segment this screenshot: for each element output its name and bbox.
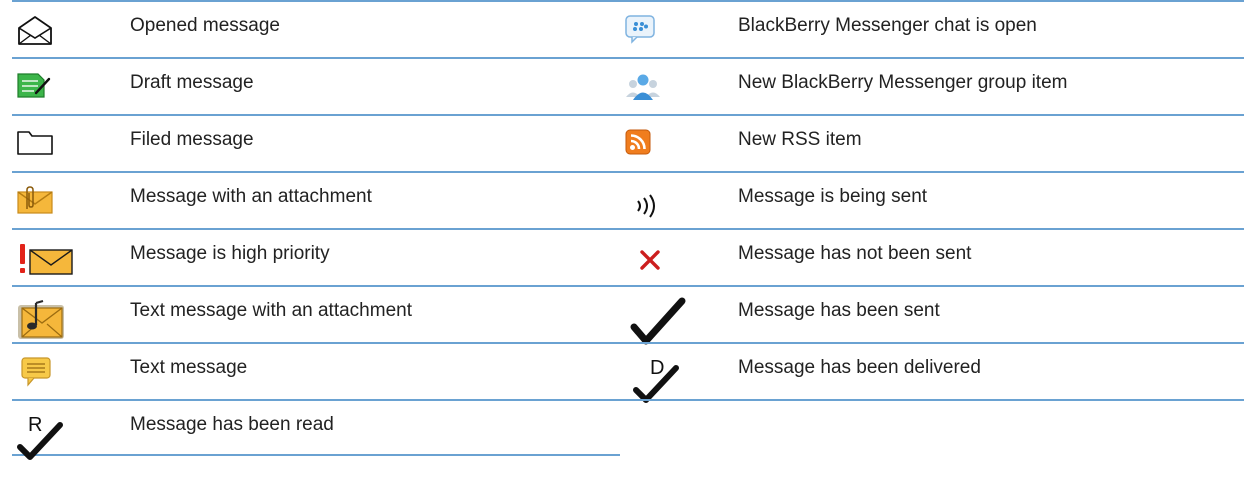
empty-cell <box>620 399 738 456</box>
bbm-chat-open-icon-cell <box>620 0 738 57</box>
high-priority-message-icon <box>20 244 73 275</box>
sending-icon <box>637 194 655 218</box>
bbm-group-item-icon <box>626 74 660 100</box>
label-bbm-chat-open: BlackBerry Messenger chat is open <box>738 0 1244 57</box>
read-glyph: R <box>28 414 42 436</box>
rss-icon-cell <box>620 114 738 171</box>
empty-cell <box>738 399 1244 456</box>
sent-check-icon <box>630 297 686 345</box>
filed-message-icon <box>17 131 53 155</box>
label-draft-message: Draft message <box>130 57 620 114</box>
label-text-message: Text message <box>130 342 620 399</box>
label-not-sent: Message has not been sent <box>738 228 1244 285</box>
high-priority-message-icon-cell <box>12 228 130 285</box>
draft-message-icon-cell <box>12 57 130 114</box>
text-message-icon <box>21 357 51 387</box>
label-sent: Message has been sent <box>738 285 1244 342</box>
label-opened-message: Opened message <box>130 0 620 57</box>
bbm-group-item-icon-cell <box>620 57 738 114</box>
delivered-check-icon-cell: D <box>620 342 738 403</box>
text-message-attachment-icon-cell <box>12 285 130 342</box>
label-rss-item: New RSS item <box>738 114 1244 171</box>
label-bbm-group-item: New BlackBerry Messenger group item <box>738 57 1244 114</box>
read-check-icon-cell: R <box>12 399 130 460</box>
label-text-message-attachment: Text message with an attachment <box>130 285 620 342</box>
filed-message-icon-cell <box>12 114 130 171</box>
label-attachment-message: Message with an attachment <box>130 171 620 228</box>
attachment-message-icon <box>17 186 53 214</box>
label-delivered: Message has been delivered <box>738 342 1244 399</box>
delivered-glyph: D <box>650 357 664 379</box>
message-icons-table: Opened message BlackBerry Messenger chat… <box>12 0 1244 488</box>
label-high-priority: Message is high priority <box>130 228 620 285</box>
not-sent-icon-cell <box>620 228 738 285</box>
bbm-chat-open-icon <box>625 15 655 44</box>
sending-icon-cell <box>620 171 738 228</box>
label-being-sent: Message is being sent <box>738 171 1244 228</box>
label-read: Message has been read <box>130 399 620 456</box>
draft-message-icon <box>17 73 51 98</box>
opened-message-icon <box>18 16 52 45</box>
attachment-message-icon-cell <box>12 171 130 228</box>
opened-message-icon-cell <box>12 0 130 57</box>
text-message-icon-cell <box>12 342 130 399</box>
rss-icon <box>625 129 651 155</box>
sent-check-icon-cell <box>620 285 738 345</box>
label-filed-message: Filed message <box>130 114 620 171</box>
read-check-icon: R <box>17 414 63 460</box>
not-sent-icon <box>640 250 660 270</box>
text-message-attachment-icon <box>18 299 64 339</box>
